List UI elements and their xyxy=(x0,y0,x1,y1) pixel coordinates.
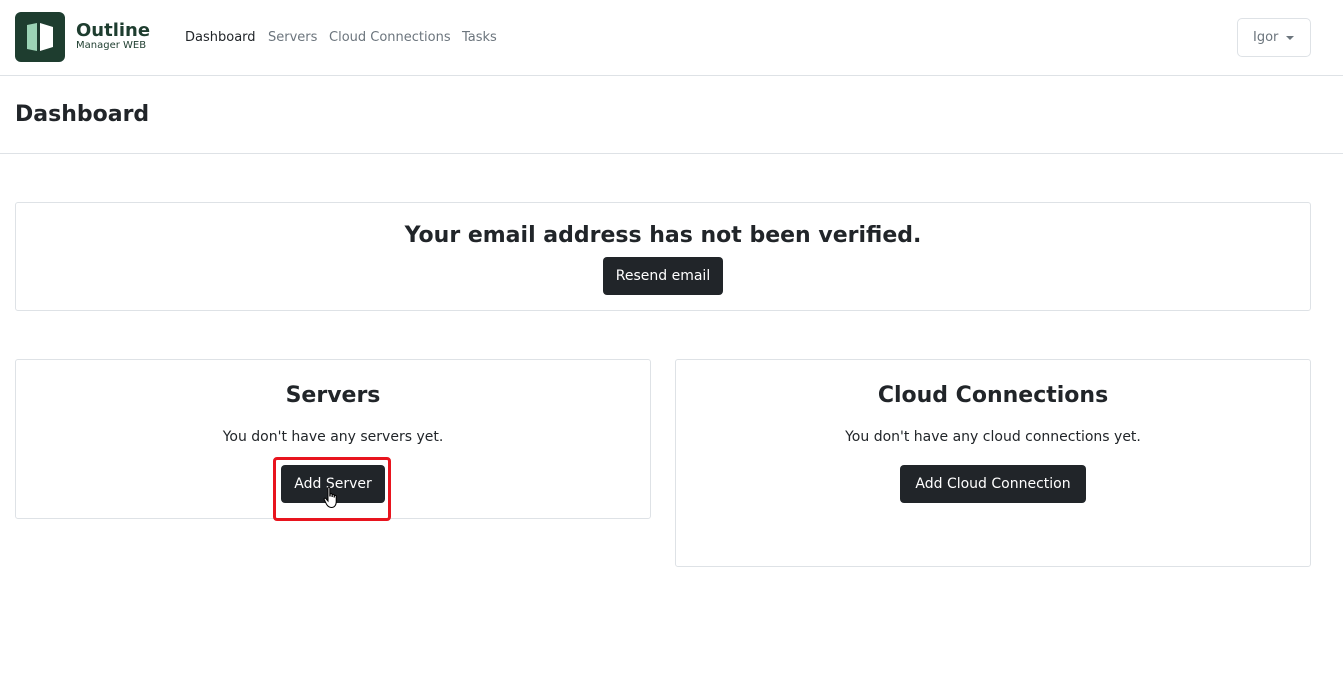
brand-title[interactable]: Outline xyxy=(76,20,150,42)
page-header: Dashboard xyxy=(0,76,1343,154)
resend-email-button[interactable]: Resend email xyxy=(603,257,723,295)
servers-card-title: Servers xyxy=(285,383,381,408)
cloud-connections-empty-text: You don't have any cloud connections yet… xyxy=(845,429,1141,445)
email-verification-card: Your email address has not been verified… xyxy=(15,202,1311,311)
caret-down-icon xyxy=(1286,36,1294,40)
add-server-button[interactable]: Add Server xyxy=(281,465,385,503)
nav-item-servers[interactable]: Servers xyxy=(268,29,317,47)
add-cloud-connection-button[interactable]: Add Cloud Connection xyxy=(900,465,1086,503)
page-title: Dashboard xyxy=(15,102,150,127)
nav-item-tasks[interactable]: Tasks xyxy=(462,29,497,47)
brand-subtitle: Manager WEB xyxy=(76,40,147,51)
servers-card: Servers You don't have any servers yet. … xyxy=(15,359,651,519)
cloud-connections-card: Cloud Connections You don't have any clo… xyxy=(675,359,1311,567)
cloud-connections-card-title: Cloud Connections xyxy=(877,383,1109,408)
email-verification-message: Your email address has not been verified… xyxy=(404,223,922,248)
nav-item-cloud-connections[interactable]: Cloud Connections xyxy=(329,29,451,47)
top-navbar: Outline Manager WEB Dashboard Servers Cl… xyxy=(0,0,1343,76)
user-name: Igor xyxy=(1253,30,1279,45)
servers-empty-text: You don't have any servers yet. xyxy=(222,429,444,445)
nav-item-dashboard[interactable]: Dashboard xyxy=(185,29,256,47)
outline-logo-icon[interactable] xyxy=(15,12,65,62)
user-menu-dropdown[interactable]: Igor xyxy=(1237,18,1311,57)
